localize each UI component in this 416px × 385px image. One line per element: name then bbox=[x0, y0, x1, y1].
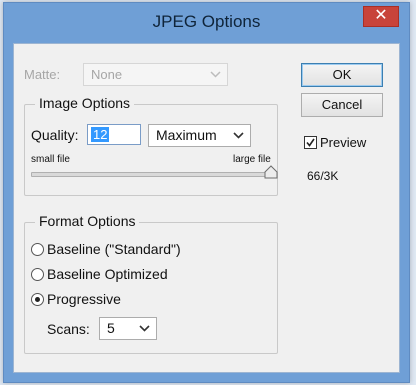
chevron-down-icon bbox=[139, 325, 150, 332]
image-options-legend: Image Options bbox=[35, 95, 135, 111]
matte-label: Matte: bbox=[24, 67, 61, 82]
format-options-legend: Format Options bbox=[35, 213, 140, 229]
close-icon: ✕ bbox=[374, 7, 388, 24]
chevron-down-icon bbox=[233, 132, 244, 139]
slider-max-label: large file bbox=[233, 154, 271, 165]
chevron-down-icon bbox=[210, 71, 221, 78]
quality-slider-thumb[interactable] bbox=[264, 165, 278, 179]
file-size-readout: 66/3K bbox=[307, 169, 339, 183]
scans-value: 5 bbox=[107, 320, 115, 336]
progressive-label: Progressive bbox=[47, 291, 121, 307]
baseline-optimized-label: Baseline Optimized bbox=[47, 266, 168, 282]
dialog-body: Matte: None OK Cancel Preview 66/3K Imag… bbox=[13, 43, 400, 373]
slider-min-label: small file bbox=[31, 154, 70, 165]
baseline-standard-radio[interactable] bbox=[31, 243, 44, 256]
quality-value: 12 bbox=[91, 127, 110, 142]
baseline-optimized-radio[interactable] bbox=[31, 268, 44, 281]
quality-preset-value: Maximum bbox=[156, 127, 217, 143]
checkmark-icon bbox=[306, 138, 315, 147]
radio-dot bbox=[35, 297, 40, 302]
scans-dropdown[interactable]: 5 bbox=[99, 317, 157, 340]
preview-checkbox[interactable] bbox=[304, 136, 317, 149]
preview-label: Preview bbox=[320, 135, 367, 150]
ok-button[interactable]: OK bbox=[301, 63, 383, 87]
dialog-title: JPEG Options bbox=[152, 12, 261, 31]
progressive-radio[interactable] bbox=[31, 293, 44, 306]
quality-slider-track[interactable] bbox=[31, 172, 274, 177]
baseline-standard-label: Baseline ("Standard") bbox=[47, 241, 181, 257]
jpeg-options-dialog: JPEG Options ✕ Matte: None OK Cancel Pre… bbox=[3, 2, 410, 383]
cancel-button[interactable]: Cancel bbox=[301, 93, 383, 117]
quality-preset-dropdown[interactable]: Maximum bbox=[148, 124, 251, 147]
image-options-group: Image Options bbox=[24, 95, 278, 196]
quality-label: Quality: bbox=[31, 127, 79, 143]
matte-value: None bbox=[91, 67, 123, 82]
quality-input[interactable]: 12 bbox=[87, 124, 141, 145]
matte-dropdown: None bbox=[83, 63, 228, 86]
close-button[interactable]: ✕ bbox=[363, 6, 399, 27]
title-bar[interactable]: JPEG Options ✕ bbox=[4, 3, 409, 43]
scans-label: Scans: bbox=[47, 321, 90, 337]
